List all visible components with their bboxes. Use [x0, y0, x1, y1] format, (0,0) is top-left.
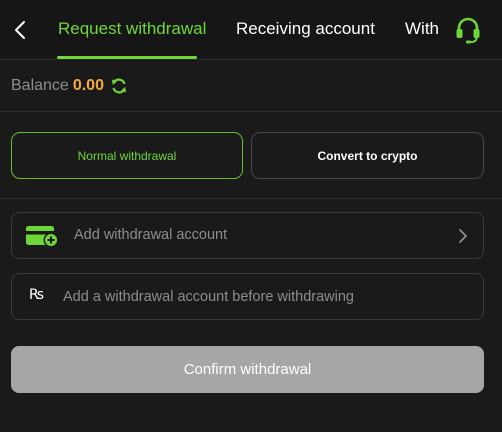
divider: [0, 198, 502, 199]
customer-support-button[interactable]: [450, 13, 486, 47]
add-withdrawal-account-label: Add withdrawal account: [74, 227, 228, 243]
card-add-icon: [26, 226, 59, 248]
chevron-left-icon: [15, 21, 25, 39]
balance-label: Balance: [11, 77, 69, 94]
back-button[interactable]: [8, 16, 32, 44]
normal-withdrawal-button[interactable]: Normal withdrawal: [11, 132, 243, 179]
tab-request-withdrawal[interactable]: Request withdrawal: [58, 18, 206, 40]
tab-withdrawal-history[interactable]: With: [405, 18, 439, 40]
convert-to-crypto-button[interactable]: Convert to crypto: [251, 132, 484, 179]
balance-value: 0.00: [72, 77, 104, 94]
withdrawal-amount-field[interactable]: ₨ Add a withdrawal account before withdr…: [11, 273, 484, 320]
top-nav-bar: Request withdrawal Receiving account Wit…: [0, 0, 502, 60]
active-tab-indicator: [57, 56, 197, 59]
tab-receiving-account[interactable]: Receiving account: [236, 18, 375, 40]
chevron-right-icon: [459, 229, 467, 243]
balance-row: Balance 0.00: [11, 75, 128, 97]
refresh-balance-button[interactable]: [110, 77, 128, 95]
add-withdrawal-account-field[interactable]: Add withdrawal account: [11, 212, 484, 259]
confirm-withdrawal-button[interactable]: Confirm withdrawal: [11, 346, 484, 393]
refresh-icon: [111, 78, 126, 94]
headset-icon: [456, 17, 480, 44]
divider: [0, 111, 502, 112]
rupee-currency-symbol: ₨: [29, 287, 45, 303]
withdrawal-amount-placeholder: Add a withdrawal account before withdraw…: [63, 289, 354, 305]
